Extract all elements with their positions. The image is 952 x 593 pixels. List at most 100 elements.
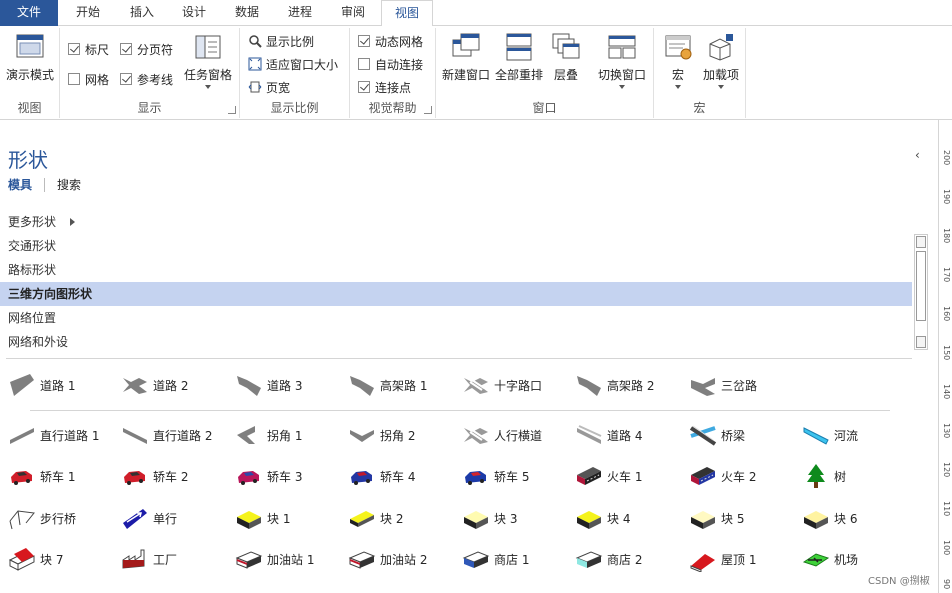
arrange-all-button[interactable]: 全部重排 [493, 30, 545, 83]
dialog-launcher-icon[interactable] [424, 106, 432, 114]
add-ins-icon [706, 32, 736, 62]
zoom-button[interactable]: 显示比例 [248, 32, 314, 50]
shape-item[interactable]: 道路 1 [8, 370, 75, 400]
scroll-thumb[interactable] [916, 251, 926, 321]
tab-design[interactable]: 设计 [172, 0, 216, 26]
checkbox-box [358, 58, 370, 70]
stencil-network-peripherals[interactable]: 网络和外设 [0, 330, 912, 354]
shape-item[interactable]: 加油站 1 [235, 544, 314, 574]
dialog-launcher-icon[interactable] [228, 106, 236, 114]
page-breaks-checkbox[interactable]: 分页符 [120, 40, 173, 58]
guides-checkbox[interactable]: 参考线 [120, 70, 173, 88]
shape-thumbnail-icon [121, 505, 149, 531]
tab-view[interactable]: 视图 [381, 0, 433, 27]
tab-search[interactable]: 搜索 [57, 176, 93, 193]
shape-item[interactable]: 步行桥 [8, 503, 76, 533]
shape-item[interactable]: 块 3 [462, 503, 517, 533]
grid-checkbox[interactable]: 网格 [68, 70, 109, 88]
stencil-list-scrollbar[interactable] [914, 234, 928, 350]
shape-label: 加油站 2 [380, 552, 428, 567]
shape-item[interactable]: 拐角 1 [235, 420, 302, 450]
shape-label: 块 4 [607, 511, 631, 526]
stencil-3d-directional-map-shapes[interactable]: 三维方向图形状 [0, 282, 912, 306]
scroll-down-icon[interactable] [916, 336, 926, 348]
shape-item[interactable]: 轿车 1 [8, 461, 75, 491]
shape-item[interactable]: 桥梁 [689, 420, 745, 450]
tab-file[interactable]: 文件 [0, 0, 58, 26]
shape-item[interactable]: 三岔路 [689, 370, 757, 400]
tab-insert[interactable]: 插入 [118, 0, 166, 26]
shape-item[interactable]: 直行道路 2 [121, 420, 212, 450]
connection-points-checkbox[interactable]: 连接点 [358, 78, 411, 96]
shape-item[interactable]: 轿车 5 [462, 461, 529, 491]
shape-item[interactable]: 商店 2 [575, 544, 642, 574]
shape-item[interactable]: 机场 [802, 544, 858, 574]
presentation-mode-button[interactable]: 演示模式 [4, 30, 56, 83]
shape-item[interactable]: 高架路 2 [575, 370, 654, 400]
shape-item[interactable]: 高架路 1 [348, 370, 427, 400]
task-panes-button[interactable]: 任务窗格 [180, 30, 236, 89]
shape-item[interactable]: 块 7 [8, 544, 63, 574]
auto-connect-checkbox[interactable]: 自动连接 [358, 55, 423, 73]
shape-item[interactable]: 直行道路 1 [8, 420, 99, 450]
shape-thumbnail-icon [462, 546, 490, 572]
shape-item[interactable]: 屋顶 1 [689, 544, 756, 574]
shapes-pane-title: 形状 [8, 148, 48, 172]
shape-label: 人行横道 [494, 428, 543, 443]
checkbox-box [68, 43, 80, 55]
shape-item[interactable]: 树 [802, 461, 846, 491]
macros-button[interactable]: 宏 [660, 30, 696, 89]
shape-item[interactable]: 道路 3 [235, 370, 302, 400]
tab-review[interactable]: 审阅 [330, 0, 376, 26]
shape-item[interactable]: 火车 2 [689, 461, 756, 491]
shape-item[interactable]: 轿车 3 [235, 461, 302, 491]
tab-process[interactable]: 进程 [276, 0, 324, 26]
new-window-button[interactable]: 新建窗口 [439, 30, 493, 83]
task-pane-icon [193, 32, 223, 62]
shape-label: 高架路 1 [380, 378, 428, 393]
ruler-checkbox[interactable]: 标尺 [68, 40, 109, 58]
shape-item[interactable]: 拐角 2 [348, 420, 415, 450]
shape-item[interactable]: 块 1 [235, 503, 290, 533]
shape-item[interactable]: 加油站 2 [348, 544, 427, 574]
chevron-down-icon [718, 85, 724, 89]
shape-thumbnail-icon [575, 546, 603, 572]
shape-thumbnail-icon [8, 372, 36, 398]
stencil-traffic-shapes[interactable]: 交通形状 [0, 234, 912, 258]
fit-to-window-button[interactable]: 适应窗口大小 [248, 55, 338, 73]
shape-item[interactable]: 火车 1 [575, 461, 642, 491]
shape-label: 道路 1 [40, 378, 76, 393]
shape-item[interactable]: 十字路口 [462, 370, 542, 400]
shape-item[interactable]: 河流 [802, 420, 858, 450]
shape-item[interactable]: 块 4 [575, 503, 630, 533]
shape-item[interactable]: 道路 2 [121, 370, 188, 400]
shape-item[interactable]: 人行横道 [462, 420, 542, 450]
magnifier-icon [248, 34, 262, 48]
shape-item[interactable]: 商店 1 [462, 544, 529, 574]
shape-item[interactable]: 道路 4 [575, 420, 642, 450]
checkbox-box [120, 73, 132, 85]
stencil-road-sign-shapes[interactable]: 路标形状 [0, 258, 912, 282]
tab-home[interactable]: 开始 [64, 0, 112, 26]
scroll-up-icon[interactable] [916, 236, 926, 248]
shape-item[interactable]: 块 6 [802, 503, 857, 533]
shape-item[interactable]: 轿车 2 [121, 461, 188, 491]
add-ins-button[interactable]: 加载项 [698, 30, 744, 89]
shape-item[interactable]: 单行 [121, 503, 177, 533]
collapse-pane-icon[interactable]: ‹ [915, 148, 920, 162]
tab-data[interactable]: 数据 [224, 0, 270, 26]
page-width-button[interactable]: 页宽 [248, 78, 290, 96]
stencil-network-locations[interactable]: 网络位置 [0, 306, 912, 330]
shape-item[interactable]: 轿车 4 [348, 461, 415, 491]
switch-windows-button[interactable]: 切换窗口 [594, 30, 650, 89]
shape-label: 屋顶 1 [721, 552, 757, 567]
more-shapes-menu[interactable]: 更多形状 [0, 210, 912, 234]
shape-item[interactable]: 块 2 [348, 503, 403, 533]
shape-item[interactable]: 工厂 [121, 544, 177, 574]
shape-label: 工厂 [153, 552, 178, 567]
shape-item[interactable]: 块 5 [689, 503, 744, 533]
dynamic-grid-checkbox[interactable]: 动态网格 [358, 32, 423, 50]
cascade-button[interactable]: 层叠 [546, 30, 586, 83]
macro-icon [663, 32, 693, 62]
tab-stencils[interactable]: 模具 [8, 176, 44, 193]
